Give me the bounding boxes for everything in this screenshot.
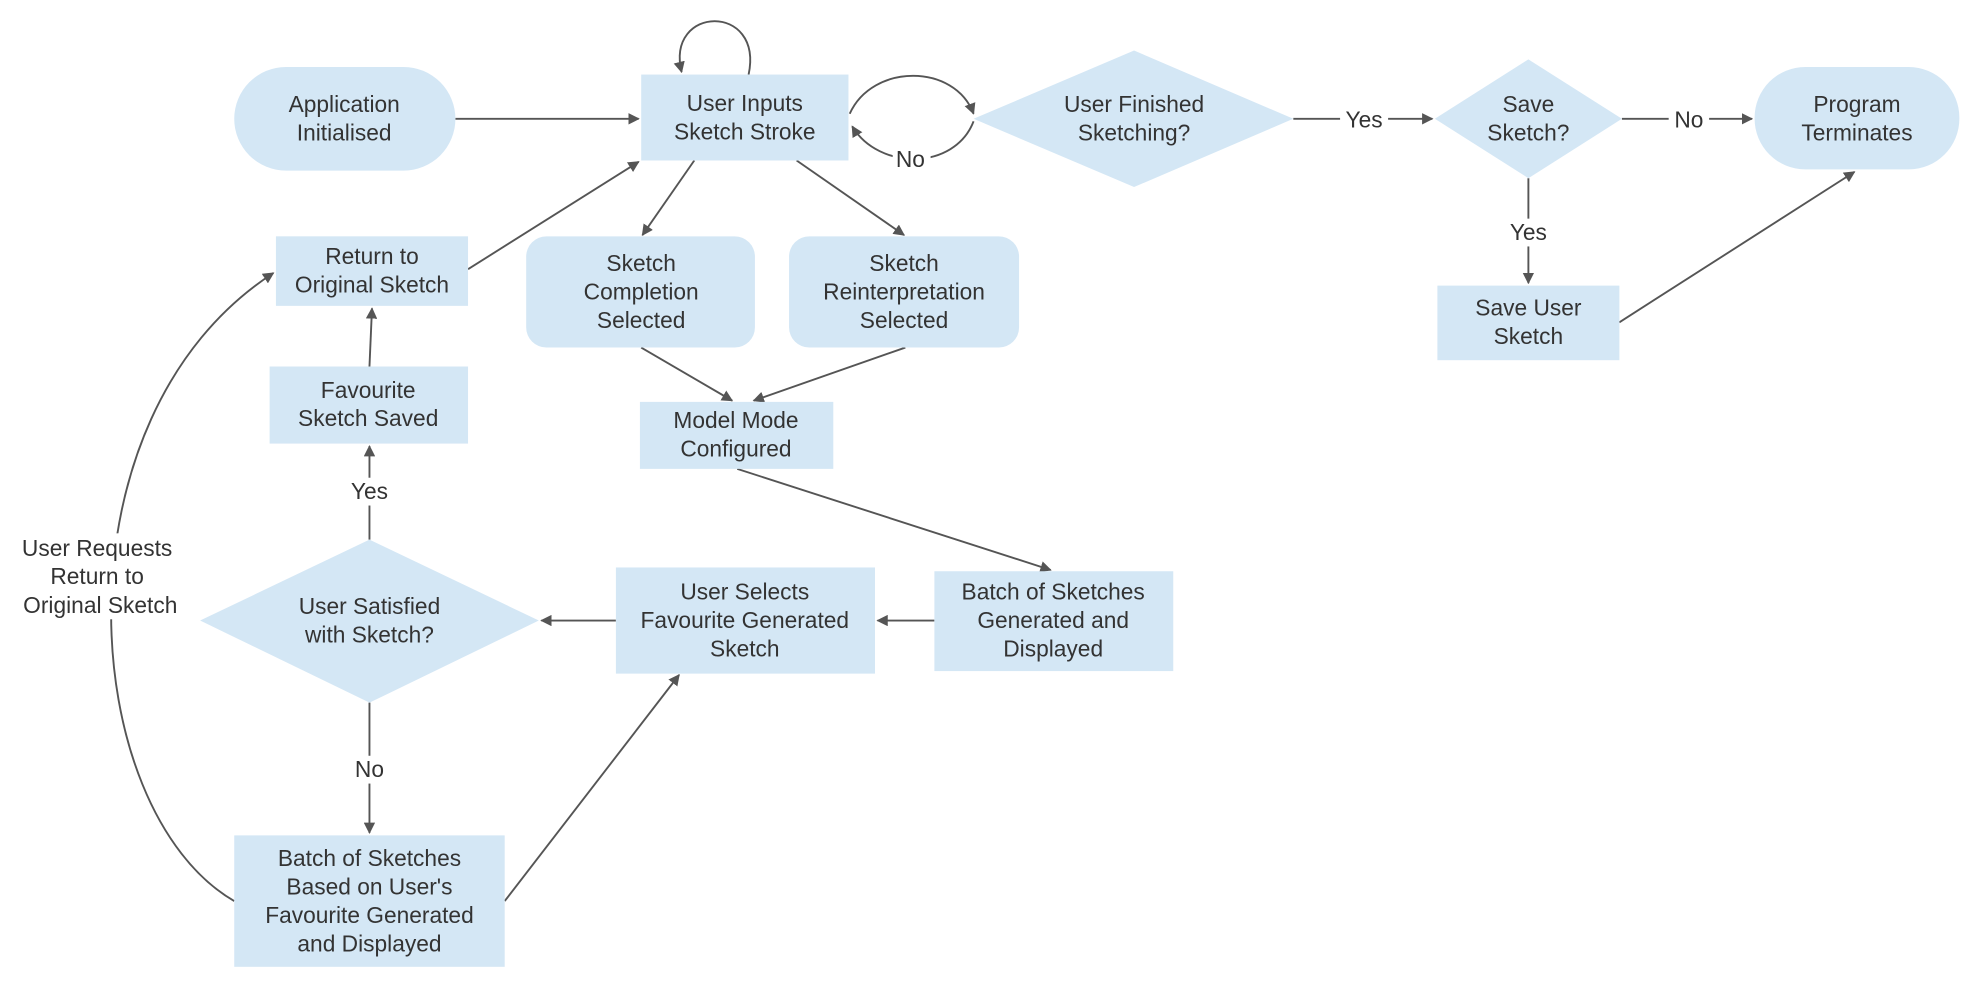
edge-completion-to-model xyxy=(640,346,734,402)
edge-inputs-to-reinterp xyxy=(796,159,905,236)
edge-batch2-to-selects xyxy=(503,673,680,902)
edge-model-to-batch1 xyxy=(736,467,1052,573)
flowchart: No Yes No Yes Yes No User Requests Retur… xyxy=(13,20,1960,967)
node-texts: Application InitialisedUser Inputs Sketch … xyxy=(265,90,1912,956)
label-no-loop: No xyxy=(896,146,925,172)
edge-inputs-to-finished xyxy=(848,74,976,115)
edge-saveuser-to-terminate xyxy=(1618,171,1856,324)
edge-reinterp-to-model xyxy=(752,346,906,403)
label-save-no: No xyxy=(1674,107,1703,133)
edge-inputs-to-completion xyxy=(641,159,696,237)
label-satisfied-no: No xyxy=(355,756,384,782)
nodes xyxy=(200,50,1960,967)
label-satisfied-yes: Yes xyxy=(351,478,388,504)
label-save-yes: Yes xyxy=(1510,219,1547,245)
node-program-terminates xyxy=(1754,66,1960,170)
edge-self-loop xyxy=(673,20,752,75)
edge-favsaved-to-return xyxy=(365,307,378,367)
edge-labels: No Yes No Yes Yes No User Requests Retur… xyxy=(13,106,1710,784)
label-finished-yes: Yes xyxy=(1346,107,1383,133)
